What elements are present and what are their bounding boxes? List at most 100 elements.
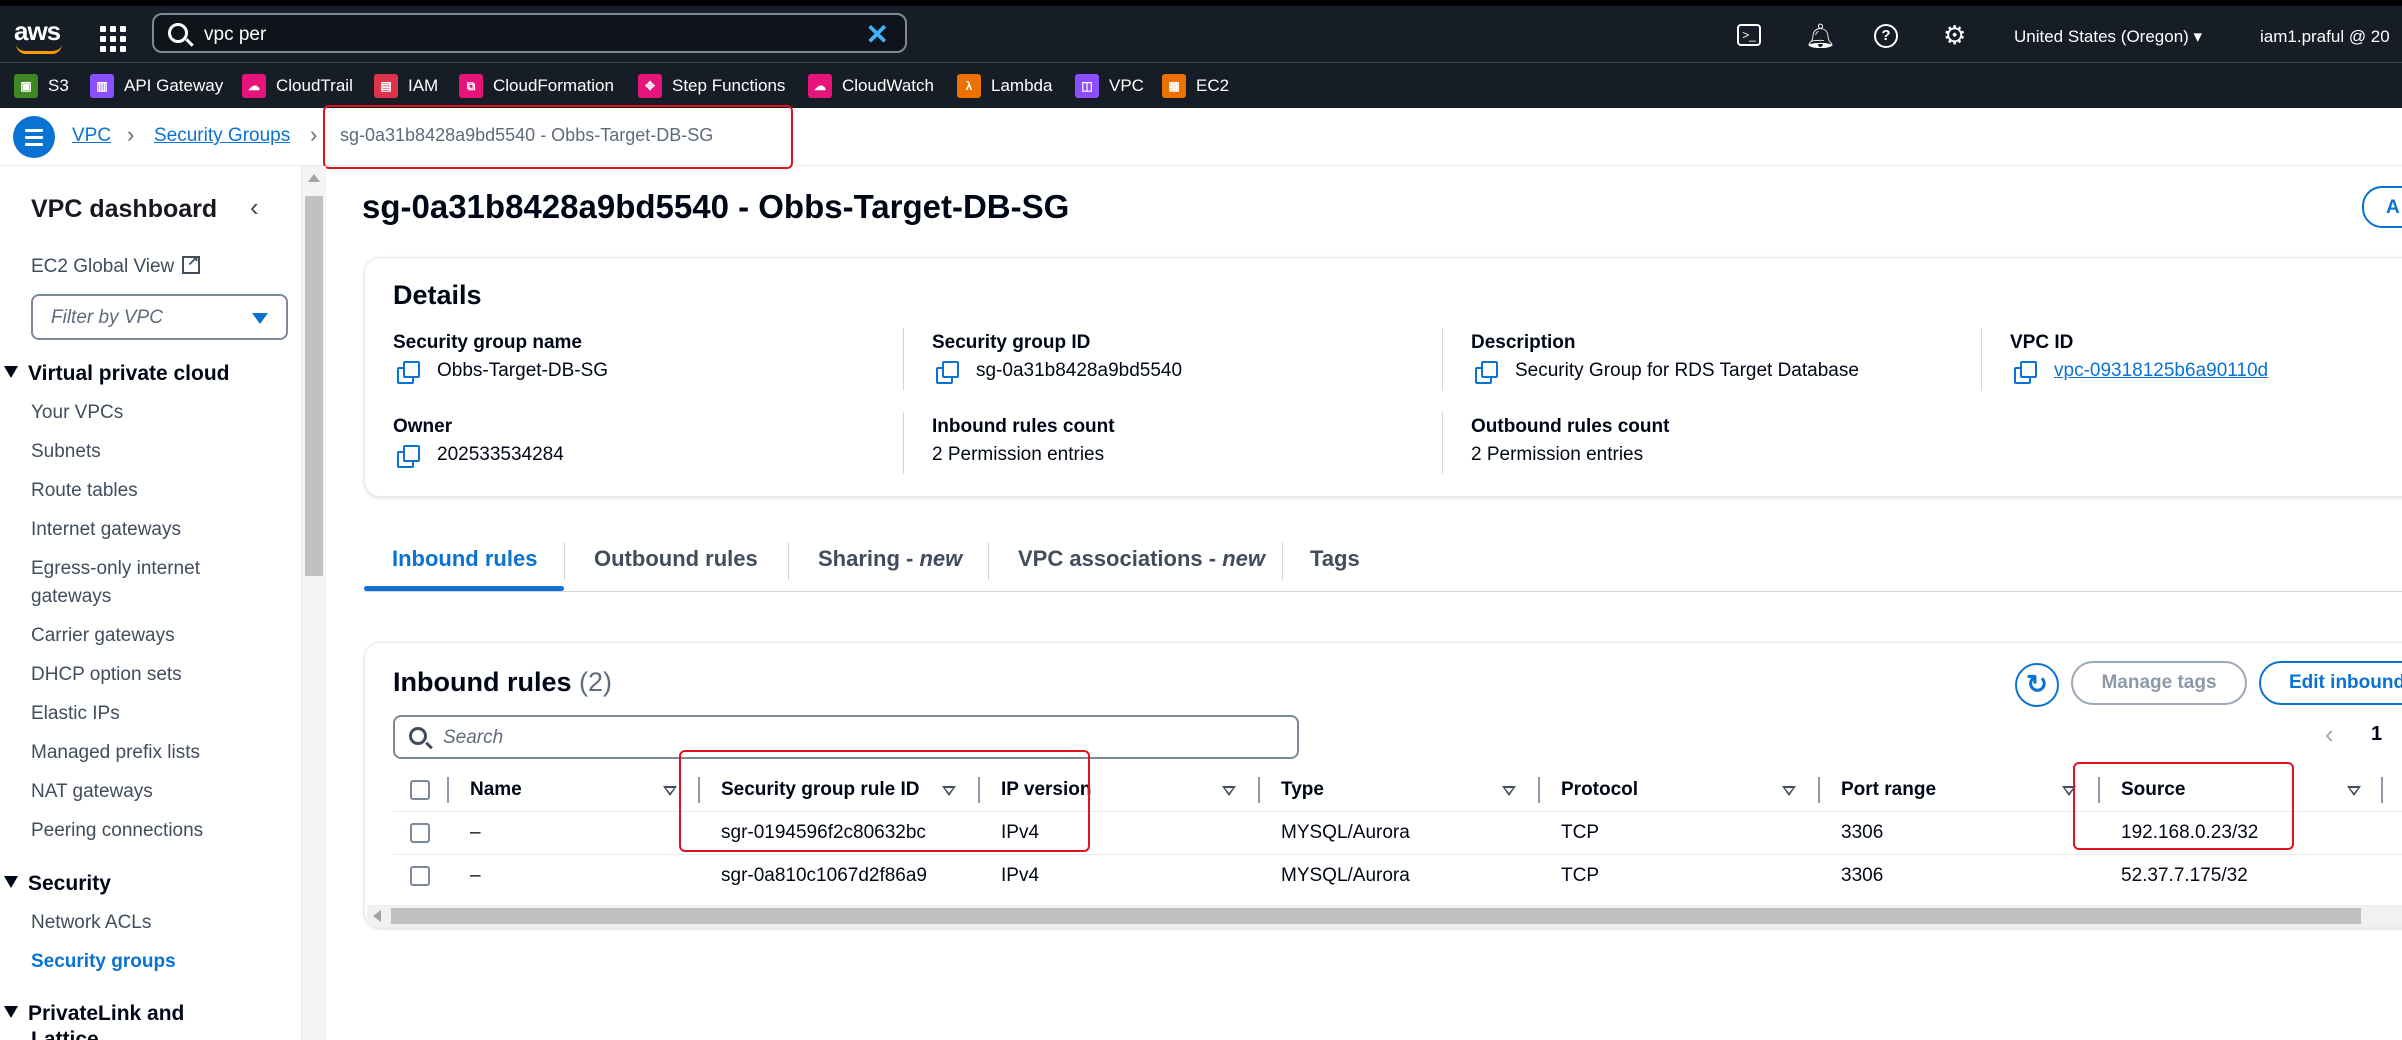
tab-inbound-rules[interactable]: Inbound rules (392, 546, 537, 572)
clear-search-icon[interactable]: ✕ (866, 18, 889, 51)
edit-inbound-rules-button[interactable]: Edit inbound (2259, 661, 2402, 705)
column-divider (1442, 412, 1443, 474)
copy-icon[interactable] (397, 445, 420, 468)
vpc-id-link[interactable]: vpc-09318125b6a90110d (2054, 360, 2268, 382)
sidebar-item-route-tables[interactable]: Route tables (31, 480, 138, 502)
account-menu[interactable]: iam1.praful @ 20 (2260, 27, 2390, 47)
scroll-up-icon[interactable] (308, 174, 320, 182)
tab-divider (788, 542, 789, 580)
tab-label: VPC associations - (1018, 546, 1223, 571)
favorite-step-functions[interactable]: ✥ Step Functions (638, 73, 785, 99)
breadcrumb-security-groups[interactable]: Security Groups (154, 125, 290, 147)
cloudshell-icon[interactable]: >_ (1737, 24, 1761, 46)
tab-sharing[interactable]: Sharing - new (818, 546, 962, 572)
sidebar-item-security-groups[interactable]: Security groups (31, 951, 176, 973)
global-search-value[interactable]: vpc per (204, 24, 266, 46)
sidebar-item-elastic-ips[interactable]: Elastic IPs (31, 703, 120, 725)
tab-tags[interactable]: Tags (1310, 546, 1360, 572)
column-header-port-range[interactable]: Port range (1841, 779, 1936, 801)
actions-button[interactable]: A (2362, 186, 2402, 228)
sidebar-item-your-vpcs[interactable]: Your VPCs (31, 402, 123, 424)
global-search-input[interactable]: vpc per ✕ (152, 13, 907, 53)
row-checkbox[interactable] (410, 866, 430, 886)
copy-icon[interactable] (1475, 361, 1498, 384)
menu-toggle-icon[interactable] (13, 116, 55, 158)
sort-icon[interactable] (942, 786, 956, 796)
column-header-protocol[interactable]: Protocol (1561, 779, 1638, 801)
sort-icon[interactable] (2347, 786, 2361, 796)
tab-outbound-rules[interactable]: Outbound rules (594, 546, 758, 572)
rules-search-placeholder: Search (443, 727, 504, 748)
column-header-type[interactable]: Type (1281, 779, 1324, 801)
sidebar-section-privatelink-line2[interactable]: Lattice (31, 1028, 99, 1040)
favorite-cloudtrail[interactable]: ☁ CloudTrail (242, 73, 353, 99)
favorite-cloudformation[interactable]: ⧉ CloudFormation (459, 73, 614, 99)
sidebar-item-egress-only-internet-gateways-line2[interactable]: gateways (31, 586, 111, 608)
new-label: new (919, 546, 963, 571)
sidebar-item-network-acls[interactable]: Network ACLs (31, 912, 151, 934)
column-header-ip-version[interactable]: IP version (1001, 779, 1091, 801)
favorite-label: CloudFormation (493, 76, 614, 95)
page-number[interactable]: 1 (2371, 723, 2382, 746)
cell-rule-id[interactable]: sgr-0194596f2c80632bc (721, 822, 926, 844)
favorite-vpc[interactable]: ◫ VPC (1075, 73, 1144, 99)
help-icon[interactable]: ? (1874, 24, 1898, 48)
sidebar-item-peering-connections[interactable]: Peering connections (31, 820, 203, 842)
sort-icon[interactable] (1782, 786, 1796, 796)
sort-icon[interactable] (1502, 786, 1516, 796)
copy-icon[interactable] (2014, 361, 2037, 384)
favorite-api-gateway[interactable]: ▥ API Gateway (90, 73, 223, 99)
favorite-cloudwatch[interactable]: ☁ CloudWatch (808, 73, 934, 99)
refresh-icon[interactable]: ↻ (2015, 663, 2059, 707)
sidebar-item-internet-gateways[interactable]: Internet gateways (31, 519, 181, 541)
sidebar-item-managed-prefix-lists[interactable]: Managed prefix lists (31, 742, 200, 764)
sidebar-item-subnets[interactable]: Subnets (31, 441, 101, 463)
copy-icon[interactable] (397, 361, 420, 384)
sidebar-section-privatelink[interactable]: PrivateLink and (4, 1002, 184, 1026)
sidebar-section-security[interactable]: Security (4, 872, 111, 896)
sidebar-title[interactable]: VPC dashboard (31, 195, 217, 224)
notifications-bell-icon[interactable]: 🔔︎ (1805, 22, 1835, 51)
aws-logo[interactable]: aws (14, 16, 64, 54)
favorite-iam[interactable]: ▤ IAM (374, 73, 438, 99)
sidebar-item-egress-only-internet-gateways[interactable]: Egress-only internet (31, 558, 200, 580)
sidebar-section-virtual-private-cloud[interactable]: Virtual private cloud (4, 362, 230, 386)
collapse-sidebar-icon[interactable]: ‹ (250, 192, 259, 223)
select-all-checkbox[interactable] (410, 780, 430, 800)
sidebar-scrollbar[interactable] (302, 166, 326, 1040)
search-icon (409, 727, 427, 745)
sidebar-item-dhcp-option-sets[interactable]: DHCP option sets (31, 664, 182, 686)
vpc-id-label: VPC ID (2010, 332, 2074, 353)
table-horizontal-scrollbar[interactable] (367, 905, 2402, 927)
column-header-name[interactable]: Name (470, 779, 522, 801)
favorite-ec2[interactable]: ▦ EC2 (1162, 73, 1229, 99)
region-selector[interactable]: United States (Oregon) ▾ (2014, 27, 2202, 47)
settings-gear-icon[interactable]: ⚙ (1943, 20, 1966, 51)
sort-icon[interactable] (663, 786, 677, 796)
scrollbar-thumb[interactable] (305, 196, 323, 576)
previous-page-icon[interactable]: ‹ (2325, 719, 2334, 750)
breadcrumb-vpc[interactable]: VPC (72, 125, 111, 147)
vpc-filter-select[interactable]: Filter by VPC (31, 294, 288, 340)
cell-type: MYSQL/Aurora (1281, 865, 1410, 886)
favorite-lambda[interactable]: λ Lambda (957, 73, 1052, 99)
row-checkbox[interactable] (410, 823, 430, 843)
caret-down-icon (4, 876, 18, 888)
sidebar-item-carrier-gateways[interactable]: Carrier gateways (31, 625, 175, 647)
favorite-s3[interactable]: ▣ S3 (14, 73, 69, 99)
tab-vpc-associations[interactable]: VPC associations - new (1018, 546, 1265, 572)
copy-icon[interactable] (936, 361, 959, 384)
rules-search-input[interactable]: Search (393, 715, 1299, 759)
sort-icon[interactable] (2062, 786, 2076, 796)
cell-rule-id[interactable]: sgr-0a810c1067d2f86a9 (721, 865, 927, 887)
sidebar-item-ec2-global-view[interactable]: EC2 Global View (31, 252, 201, 278)
column-header-rule-id[interactable]: Security group rule ID (721, 779, 919, 801)
scrollbar-thumb[interactable] (391, 908, 2361, 924)
inbound-count-value: 2 Permission entries (932, 444, 1105, 465)
services-menu-icon[interactable] (100, 26, 126, 52)
manage-tags-button[interactable]: Manage tags (2071, 661, 2247, 705)
sidebar-item-nat-gateways[interactable]: NAT gateways (31, 781, 153, 803)
column-header-source[interactable]: Source (2121, 779, 2185, 801)
scroll-left-icon[interactable] (373, 910, 381, 922)
sort-icon[interactable] (1222, 786, 1236, 796)
